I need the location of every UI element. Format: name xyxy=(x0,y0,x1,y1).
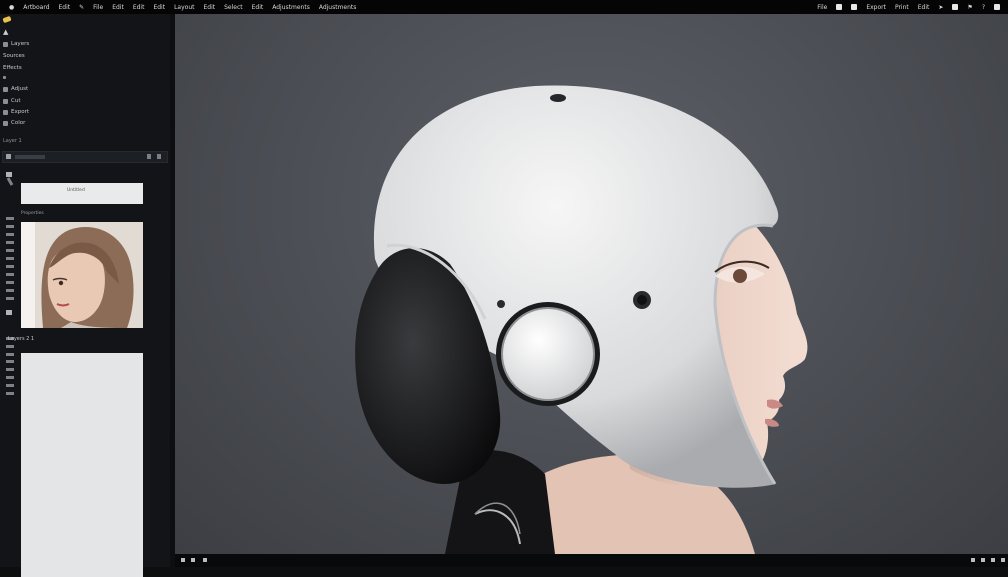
tool-icon[interactable] xyxy=(6,345,14,348)
pen-icon[interactable]: ✎ xyxy=(79,4,84,11)
window-icon[interactable] xyxy=(836,4,843,10)
tool-icon[interactable] xyxy=(6,249,14,252)
tool-icon[interactable] xyxy=(6,289,14,292)
menu-bar: ● Artboard Edit ✎ File Edit Edit Edit La… xyxy=(0,0,1008,14)
layers-label: Layers 2 1 xyxy=(8,336,35,342)
image-thumbnail[interactable] xyxy=(21,222,143,328)
panel-icon[interactable] xyxy=(994,4,1000,10)
sidebar-item-sources[interactable]: Sources xyxy=(3,53,25,59)
sidebar-item-label: Effects xyxy=(3,65,22,71)
tool-icon[interactable] xyxy=(6,217,14,220)
tool-icon[interactable] xyxy=(6,353,14,356)
canvas-artwork-image xyxy=(355,85,808,554)
menu-item-right-export[interactable]: Export xyxy=(866,4,886,11)
app-icon[interactable]: ● xyxy=(9,4,14,11)
menu-item-adjustments[interactable]: Adjustments xyxy=(272,4,310,11)
menu-item-edit-2[interactable]: Edit xyxy=(112,4,124,11)
portrait-thumbnail-image xyxy=(21,222,143,328)
tool-icon[interactable] xyxy=(6,310,12,315)
sidebar-item-label: Cut xyxy=(11,98,21,104)
flag-icon[interactable]: ⚑ xyxy=(967,4,972,11)
menu-item-layout[interactable]: Layout xyxy=(174,4,194,11)
question-icon[interactable]: ? xyxy=(982,4,985,11)
sidebar-tools: ▲ Layers Sources Effects Adjust Cut Expo… xyxy=(0,14,170,148)
menu-item-edit-3[interactable]: Edit xyxy=(133,4,145,11)
menu-item-select[interactable]: Select xyxy=(224,4,243,11)
dot-icon[interactable] xyxy=(3,76,6,79)
main-canvas[interactable] xyxy=(175,14,1008,554)
mountain-icon[interactable]: ▲ xyxy=(3,28,8,36)
tool-icon[interactable] xyxy=(6,281,14,284)
sidebar-item-layers[interactable]: Layers xyxy=(3,41,29,47)
sidebar-item-label: Color xyxy=(11,120,26,126)
menu-item-file[interactable]: File xyxy=(93,4,103,11)
sidebar-item-label: Layers xyxy=(11,41,30,47)
section-label: Properties xyxy=(21,211,44,216)
sidebar-item-cut[interactable]: Cut xyxy=(3,98,20,104)
tool-icon[interactable] xyxy=(6,265,14,268)
tool-icon[interactable] xyxy=(6,241,14,244)
options-icon[interactable] xyxy=(147,154,151,159)
status-bar xyxy=(175,554,1008,567)
sidebar-item-adjust[interactable]: Adjust xyxy=(3,86,28,92)
status-icon[interactable] xyxy=(191,558,195,562)
left-sidebar: ▲ Layers Sources Effects Adjust Cut Expo… xyxy=(0,14,170,577)
cursor-icon[interactable]: ➤ xyxy=(938,4,943,11)
status-icon[interactable] xyxy=(1001,558,1005,562)
status-icon[interactable] xyxy=(971,558,975,562)
tool-icon[interactable] xyxy=(6,273,14,276)
sidebar-item-label: Adjust xyxy=(11,86,29,92)
status-icon[interactable] xyxy=(991,558,995,562)
menu-item-right-file[interactable]: File xyxy=(817,4,827,11)
menu-item-right-edit[interactable]: Edit xyxy=(918,4,930,11)
menu-item-right-print[interactable]: Print xyxy=(895,4,909,11)
tool-icon[interactable] xyxy=(6,257,14,260)
scissors-icon xyxy=(3,98,8,104)
tool-icon[interactable] xyxy=(6,392,14,395)
search-input[interactable] xyxy=(2,151,168,163)
menu-item-edit[interactable]: Edit xyxy=(59,4,71,11)
export-icon xyxy=(3,109,8,115)
tool-icon[interactable] xyxy=(6,225,14,228)
tool-icon[interactable] xyxy=(6,384,14,387)
search-placeholder-bar xyxy=(15,155,45,159)
document-panel[interactable]: Untitled xyxy=(21,183,143,204)
chevron-down-icon[interactable] xyxy=(157,154,161,159)
tool-icon[interactable] xyxy=(6,360,14,363)
status-icon[interactable] xyxy=(181,558,185,562)
menu-item-edit-5[interactable]: Edit xyxy=(203,4,215,11)
document-icon[interactable] xyxy=(851,4,858,10)
tool-icon[interactable] xyxy=(6,376,14,379)
menu-item-artboard[interactable]: Artboard xyxy=(23,4,49,11)
tool-icon[interactable] xyxy=(6,368,14,371)
search-icon xyxy=(6,154,11,159)
tool-strip xyxy=(2,170,18,565)
tool-icon[interactable] xyxy=(6,297,14,300)
sidebar-item-effects[interactable]: Effects xyxy=(3,65,22,71)
sidebar-item-label: Sources xyxy=(3,53,25,59)
menu-item-edit-6[interactable]: Edit xyxy=(252,4,264,11)
square-icon[interactable] xyxy=(952,4,959,10)
status-icon[interactable] xyxy=(981,558,985,562)
sidebar-item-export[interactable]: Export xyxy=(3,109,29,115)
sidebar-item-label: Export xyxy=(11,109,30,115)
menu-item-adjustments-2[interactable]: Adjustments xyxy=(319,4,357,11)
brush-tool-icon[interactable] xyxy=(6,177,14,186)
status-icon[interactable] xyxy=(203,558,207,562)
adjust-icon xyxy=(3,86,8,92)
layer-path: Layer 1 xyxy=(3,138,22,144)
panel-title: Untitled xyxy=(67,188,85,193)
layers-icon xyxy=(3,41,8,47)
preview-panel[interactable] xyxy=(21,353,143,577)
menu-bar-right: File Export Print Edit ➤ ⚑ ? xyxy=(817,0,1000,14)
brush-icon[interactable] xyxy=(2,15,12,24)
color-icon xyxy=(3,120,8,126)
sidebar-item-color[interactable]: Color xyxy=(3,120,25,126)
tool-icon[interactable] xyxy=(6,233,14,236)
menu-item-edit-4[interactable]: Edit xyxy=(153,4,165,11)
